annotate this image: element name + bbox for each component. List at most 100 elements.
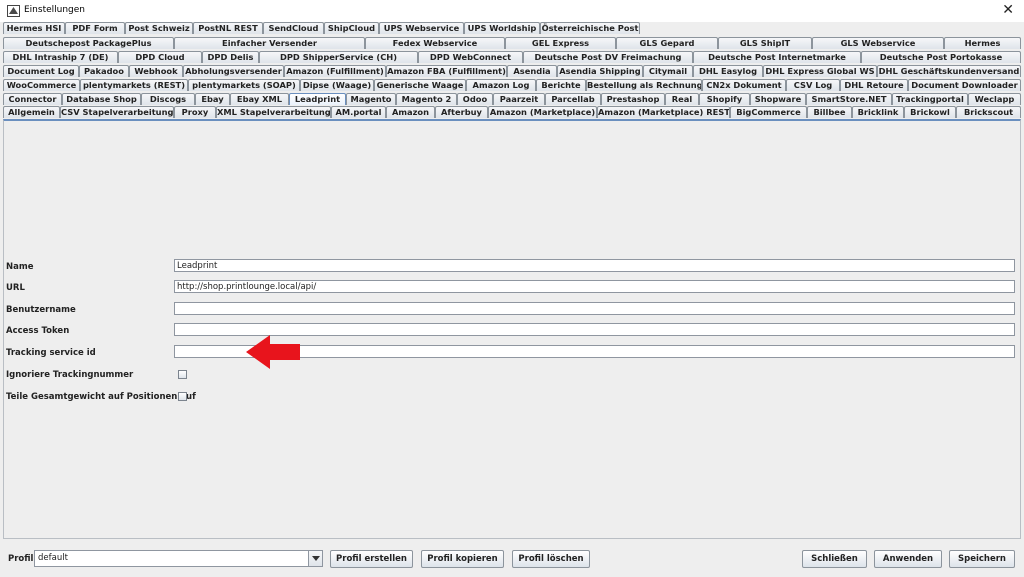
tab-am-portal[interactable]: AM.portal xyxy=(331,106,386,118)
tab-csv-stapelverarbeitung[interactable]: CSV Stapelverarbeitung xyxy=(60,106,174,118)
tab-brickscout[interactable]: Brickscout xyxy=(956,106,1021,118)
tab-deutsche-post-dv[interactable]: Deutsche Post DV Freimachung xyxy=(523,51,693,63)
tab-sendcloud[interactable]: SendCloud xyxy=(263,22,324,34)
tab-dipse-waage[interactable]: Dipse (Waage) xyxy=(300,79,374,91)
tab-dpd-webconnect[interactable]: DPD WebConnect xyxy=(418,51,523,63)
tab-parcellab[interactable]: Parcellab xyxy=(545,93,601,105)
tab-ebay-xml[interactable]: Ebay XML xyxy=(230,93,289,105)
tab-citymail[interactable]: Citymail xyxy=(643,65,693,77)
tab-discogs[interactable]: Discogs xyxy=(141,93,195,105)
tab-deutsche-post-internetmarke[interactable]: Deutsche Post Internetmarke xyxy=(693,51,861,63)
tab-amazon-fba[interactable]: Amazon FBA (Fulfillment) xyxy=(386,65,507,77)
tab-hermes-hsi[interactable]: Hermes HSI xyxy=(3,22,65,34)
tab-post-schweiz[interactable]: Post Schweiz xyxy=(125,22,193,34)
profil-label: Profil xyxy=(8,554,34,564)
tab-bricklink[interactable]: Bricklink xyxy=(852,106,904,118)
tab-bigcommerce[interactable]: BigCommerce xyxy=(730,106,807,118)
tab-connector[interactable]: Connector xyxy=(3,93,62,105)
tab-paarzeit[interactable]: Paarzeit xyxy=(493,93,545,105)
tab-magento[interactable]: Magento xyxy=(346,93,396,105)
tab-dpd-delis[interactable]: DPD Delis xyxy=(202,51,259,63)
tab-gls-gepard[interactable]: GLS Gepard xyxy=(616,37,718,49)
tab-webhook[interactable]: Webhook xyxy=(129,65,183,77)
tab-trackingportal[interactable]: Trackingportal xyxy=(892,93,968,105)
tab-deutsche-post-portokasse[interactable]: Deutsche Post Portokasse xyxy=(861,51,1021,63)
tab-ups-worldship[interactable]: UPS Worldship xyxy=(464,22,540,34)
tab-gls-webservice[interactable]: GLS Webservice xyxy=(812,37,944,49)
tab-smartstore-net[interactable]: SmartStore.NET xyxy=(806,93,892,105)
tab-prestashop[interactable]: Prestashop xyxy=(601,93,665,105)
tab-csv-log[interactable]: CSV Log xyxy=(786,79,840,91)
tab-document-downloader[interactable]: Document Downloader xyxy=(908,79,1021,91)
tab-dpd-cloud[interactable]: DPD Cloud xyxy=(118,51,202,63)
tab-billbee[interactable]: Billbee xyxy=(807,106,852,118)
tab-amazon-fulfillment[interactable]: Amazon (Fulfillment) xyxy=(284,65,386,77)
tab-plentymarkets-rest[interactable]: plentymarkets (REST) xyxy=(80,79,188,91)
tab-asendia-shipping[interactable]: Asendia Shipping xyxy=(557,65,643,77)
tab-proxy[interactable]: Proxy xyxy=(174,106,216,118)
tab-amazon-log[interactable]: Amazon Log xyxy=(466,79,536,91)
tab-postnl-rest[interactable]: PostNL REST xyxy=(193,22,263,34)
tab-einfacher-versender[interactable]: Einfacher Versender xyxy=(174,37,365,49)
tab-amazon-marketplace[interactable]: Amazon (Marketplace) xyxy=(488,106,597,118)
tab-abholungsversender[interactable]: Abholungsversender xyxy=(183,65,284,77)
tab-fedex-webservice[interactable]: Fedex Webservice xyxy=(365,37,505,49)
tab-pakadoo[interactable]: Pakadoo xyxy=(79,65,129,77)
chevron-down-icon[interactable] xyxy=(308,551,322,566)
tab-shopify[interactable]: Shopify xyxy=(699,93,750,105)
tab-plentymarkets-soap[interactable]: plentymarkets (SOAP) xyxy=(188,79,300,91)
tracking-service-id-input[interactable] xyxy=(174,345,1015,358)
tab-pdf-form[interactable]: PDF Form xyxy=(65,22,125,34)
tab-dhl-intraship[interactable]: DHL Intraship 7 (DE) xyxy=(3,51,118,63)
profil-kopieren-button[interactable]: Profil kopieren xyxy=(421,550,504,568)
benutzername-input[interactable] xyxy=(174,302,1015,315)
tab-woocommerce[interactable]: WooCommerce xyxy=(3,79,80,91)
tab-database-shop[interactable]: Database Shop xyxy=(62,93,141,105)
url-input[interactable] xyxy=(174,280,1015,293)
schliessen-button[interactable]: Schließen xyxy=(802,550,867,568)
tab-dhl-retoure[interactable]: DHL Retoure xyxy=(840,79,908,91)
tab-oesterreichische-post[interactable]: Österreichische Post xyxy=(540,22,640,34)
tracking-service-id-label: Tracking service id xyxy=(6,348,96,358)
tab-leadprint[interactable]: Leadprint xyxy=(289,93,346,105)
tab-shipcloud[interactable]: ShipCloud xyxy=(324,22,379,34)
tab-generische-waage[interactable]: Generische Waage xyxy=(374,79,466,91)
ignoriere-trackingnummer-checkbox[interactable] xyxy=(178,370,187,379)
tab-cn2x-dokument[interactable]: CN2x Dokument xyxy=(702,79,786,91)
tab-amazon-marketplace-rest[interactable]: Amazon (Marketplace) REST xyxy=(597,106,730,118)
tab-amazon[interactable]: Amazon xyxy=(386,106,435,118)
access-token-input[interactable] xyxy=(174,323,1015,336)
tab-gls-shipit[interactable]: GLS ShipIT xyxy=(718,37,812,49)
tab-dhl-geschaeftskunden[interactable]: DHL Geschäftskundenversand xyxy=(877,65,1021,77)
tab-gel-express[interactable]: GEL Express xyxy=(505,37,616,49)
tab-afterbuy[interactable]: Afterbuy xyxy=(435,106,488,118)
profil-erstellen-button[interactable]: Profil erstellen xyxy=(330,550,413,568)
tab-xml-stapelverarbeitung[interactable]: XML Stapelverarbeitung xyxy=(216,106,331,118)
name-input[interactable] xyxy=(174,259,1015,272)
profil-loeschen-button[interactable]: Profil löschen xyxy=(512,550,590,568)
tab-brickowl[interactable]: Brickowl xyxy=(904,106,956,118)
teile-gesamtgewicht-checkbox[interactable] xyxy=(178,392,187,401)
tab-dhl-easylog[interactable]: DHL Easylog xyxy=(693,65,763,77)
profil-select[interactable]: default xyxy=(34,550,323,567)
tab-dhl-express-global[interactable]: DHL Express Global WS xyxy=(763,65,877,77)
tab-deutschepost-packageplus[interactable]: Deutschepost PackagePlus xyxy=(3,37,174,49)
close-icon[interactable]: ✕ xyxy=(1002,1,1014,19)
tab-weclapp[interactable]: Weclapp xyxy=(968,93,1021,105)
tab-bestellung-als-rechnung[interactable]: Bestellung als Rechnung xyxy=(586,79,702,91)
tab-allgemein[interactable]: Allgemein xyxy=(3,106,60,118)
anwenden-button[interactable]: Anwenden xyxy=(874,550,942,568)
tab-hermes[interactable]: Hermes xyxy=(944,37,1021,49)
tab-ebay[interactable]: Ebay xyxy=(195,93,230,105)
speichern-button[interactable]: Speichern xyxy=(949,550,1015,568)
tab-magento-2[interactable]: Magento 2 xyxy=(396,93,457,105)
tab-berichte[interactable]: Berichte xyxy=(536,79,586,91)
tab-dpd-shipperservice[interactable]: DPD ShipperService (CH) xyxy=(259,51,418,63)
tab-real[interactable]: Real xyxy=(665,93,699,105)
tab-document-log[interactable]: Document Log xyxy=(3,65,79,77)
tab-shopware[interactable]: Shopware xyxy=(750,93,806,105)
tab-asendia[interactable]: Asendia xyxy=(507,65,557,77)
tab-ups-webservice[interactable]: UPS Webservice xyxy=(379,22,464,34)
benutzername-label: Benutzername xyxy=(6,305,76,315)
tab-odoo[interactable]: Odoo xyxy=(457,93,493,105)
